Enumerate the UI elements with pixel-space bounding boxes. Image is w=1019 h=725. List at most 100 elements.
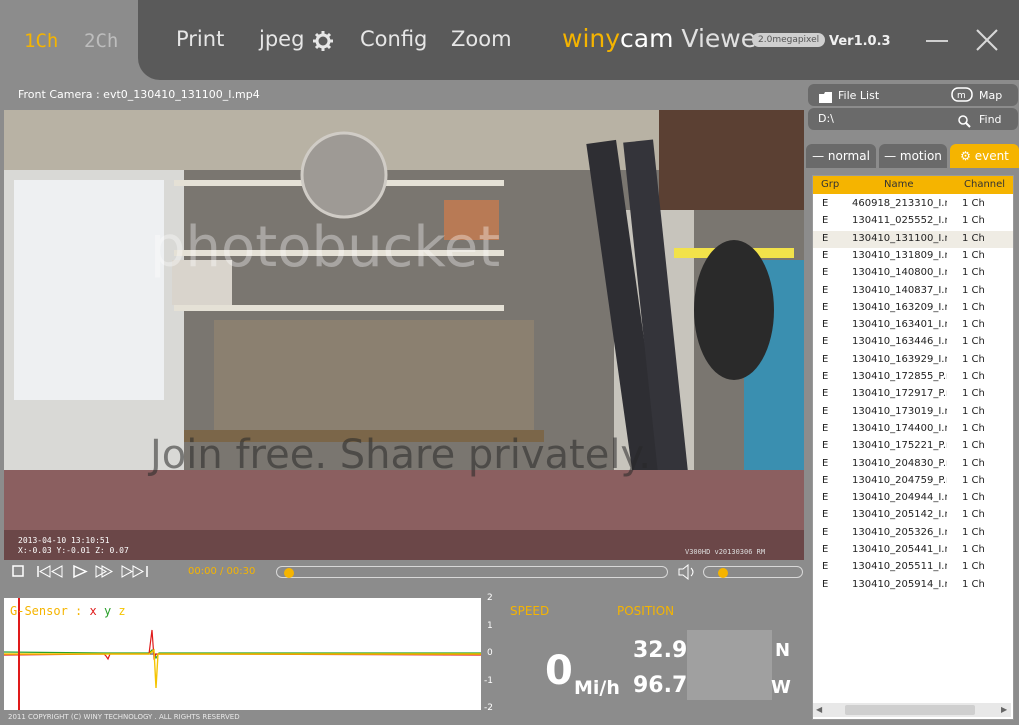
mini-map: [687, 630, 772, 700]
tab-1ch[interactable]: 1Ch: [24, 30, 58, 52]
zoom-button[interactable]: Zoom: [451, 27, 512, 51]
row-group: E: [822, 249, 829, 261]
step-forward-button[interactable]: [94, 565, 114, 583]
speed-unit: Mi/h: [574, 677, 620, 699]
longitude-value: 96.7: [633, 673, 688, 698]
scroll-left-icon[interactable]: ◀: [816, 705, 822, 714]
volume-knob[interactable]: [717, 568, 728, 578]
gear-icon[interactable]: [313, 31, 333, 51]
position-label: POSITION: [617, 604, 675, 618]
tab-2ch[interactable]: 2Ch: [84, 30, 118, 52]
longitude-direction: W: [771, 677, 791, 698]
row-name: 130410_163209_I.mp4: [852, 301, 947, 313]
rewind-button[interactable]: [36, 565, 64, 583]
table-row[interactable]: E 130410_131809_I.mp4 1 Ch: [813, 248, 1013, 265]
speed-value: 0: [545, 648, 573, 694]
row-group: E: [822, 336, 829, 348]
column-name[interactable]: Name: [884, 179, 914, 190]
row-channel: 1 Ch: [962, 578, 985, 590]
stop-button[interactable]: [12, 565, 24, 581]
table-row[interactable]: E 130410_175221_P.mp4 1 Ch: [813, 438, 1013, 455]
row-group: E: [822, 405, 829, 417]
row-name: 130410_163929_I.mp4: [852, 353, 947, 365]
row-name: 130410_163446_I.mp4: [852, 336, 947, 348]
tab-normal[interactable]: — normal: [806, 144, 876, 168]
row-group: E: [822, 526, 829, 538]
row-name: 130410_172917_P.mp4: [852, 388, 947, 400]
table-row[interactable]: E 130411_025552_I.mp4 1 Ch: [813, 213, 1013, 230]
table-row[interactable]: E 130410_204759_P.mp4 1 Ch: [813, 473, 1013, 490]
row-group: E: [822, 509, 829, 521]
row-channel: 1 Ch: [962, 301, 985, 313]
search-icon[interactable]: [958, 113, 971, 132]
row-name: 130411_025552_I.mp4: [852, 215, 947, 227]
row-name: 130410_175221_P.mp4: [852, 440, 947, 452]
tab-motion[interactable]: — motion: [879, 144, 947, 168]
table-row[interactable]: E 130410_205326_I.mp4 1 Ch: [813, 525, 1013, 542]
table-row[interactable]: E 130410_205441_I.mp4 1 Ch: [813, 542, 1013, 559]
gsensor-y: y: [103, 604, 112, 618]
row-name: 130410_174400_I.mp4: [852, 422, 947, 434]
table-row[interactable]: E 130410_163209_I.mp4 1 Ch: [813, 300, 1013, 317]
row-name: 130410_131809_I.mp4: [852, 249, 947, 261]
row-group: E: [822, 198, 829, 209]
row-group: E: [822, 440, 829, 452]
ytick-neg2: -2: [484, 703, 493, 713]
ytick-1: 1: [487, 621, 493, 631]
row-channel: 1 Ch: [962, 457, 985, 469]
find-button[interactable]: Find: [979, 113, 1002, 126]
seek-knob[interactable]: [283, 568, 294, 578]
table-row[interactable]: E 130410_172917_P.mp4 1 Ch: [813, 386, 1013, 403]
jpeg-button[interactable]: jpeg: [259, 27, 304, 51]
copyright: 2011 COPYRIGHT (C) WINY TECHNOLOGY . ALL…: [8, 713, 240, 721]
drive-path[interactable]: D:\: [818, 112, 834, 125]
row-channel: 1 Ch: [962, 215, 985, 227]
volume-icon[interactable]: [676, 563, 698, 584]
scroll-thumb[interactable]: [845, 705, 975, 715]
column-channel[interactable]: Channel: [964, 179, 1005, 190]
fast-forward-button[interactable]: [120, 565, 150, 583]
video-model: V300HD v20130306 RM: [685, 548, 766, 556]
table-row[interactable]: E 130410_205142_I.mp4 1 Ch: [813, 507, 1013, 524]
row-name: 130410_204830_P.mp4: [852, 457, 947, 469]
play-button[interactable]: [72, 564, 88, 583]
column-grp[interactable]: Grp: [821, 179, 839, 190]
row-channel: 1 Ch: [962, 474, 985, 486]
row-name: 130410_163401_I.mp4: [852, 319, 947, 331]
table-row[interactable]: E 460918_213310_I.mp4 1 Ch: [813, 196, 1013, 213]
video-timestamp: 2013-04-10 13:10:51 X:-0.03 Y:-0.01 Z: 0…: [18, 536, 129, 556]
row-channel: 1 Ch: [962, 284, 985, 296]
watermark-join: Join free. Share privately.: [150, 432, 652, 478]
row-group: E: [822, 578, 829, 590]
file-list-button[interactable]: File List: [838, 89, 879, 102]
row-name: 130410_172855_P.mp4: [852, 371, 947, 382]
gsensor-x: x: [89, 604, 97, 618]
video-frame[interactable]: [4, 110, 804, 560]
table-row[interactable]: E 130410_140837_I.mp4 1 Ch: [813, 283, 1013, 300]
map-icon[interactable]: m: [951, 87, 973, 106]
tab-event[interactable]: ⚙ event: [950, 144, 1019, 168]
table-row[interactable]: E 130410_204830_P.mp4 1 Ch: [813, 456, 1013, 473]
minimize-button[interactable]: [926, 40, 948, 42]
config-button[interactable]: Config: [360, 27, 427, 51]
table-row[interactable]: E 130410_172855_P.mp4 1 Ch: [813, 369, 1013, 386]
table-row[interactable]: E 130410_131100_I.mp4 1 Ch: [813, 230, 1013, 248]
map-button[interactable]: Map: [979, 89, 1002, 102]
table-row[interactable]: E 130410_204944_I.mp4 1 Ch: [813, 490, 1013, 507]
table-row[interactable]: E 130410_140800_I.mp4 1 Ch: [813, 265, 1013, 282]
print-button[interactable]: Print: [176, 27, 224, 51]
table-row[interactable]: E 130410_163401_I.mp4 1 Ch: [813, 317, 1013, 334]
close-icon[interactable]: [973, 26, 1001, 54]
watermark-photobucket: photobucket: [150, 215, 501, 280]
table-row[interactable]: E 130410_205914_I.mp4 1 Ch: [813, 577, 1013, 594]
row-group: E: [822, 353, 829, 365]
table-row[interactable]: E 130410_205511_I.mp4 1 Ch: [813, 559, 1013, 576]
row-group: E: [822, 371, 829, 382]
scroll-right-icon[interactable]: ▶: [1001, 705, 1007, 714]
row-group: E: [822, 284, 829, 296]
table-row[interactable]: E 130410_174400_I.mp4 1 Ch: [813, 421, 1013, 438]
table-row[interactable]: E 130410_163446_I.mp4 1 Ch: [813, 334, 1013, 351]
seek-bar[interactable]: [276, 566, 668, 578]
table-row[interactable]: E 130410_163929_I.mp4 1 Ch: [813, 352, 1013, 369]
table-row[interactable]: E 130410_173019_I.mp4 1 Ch: [813, 404, 1013, 421]
